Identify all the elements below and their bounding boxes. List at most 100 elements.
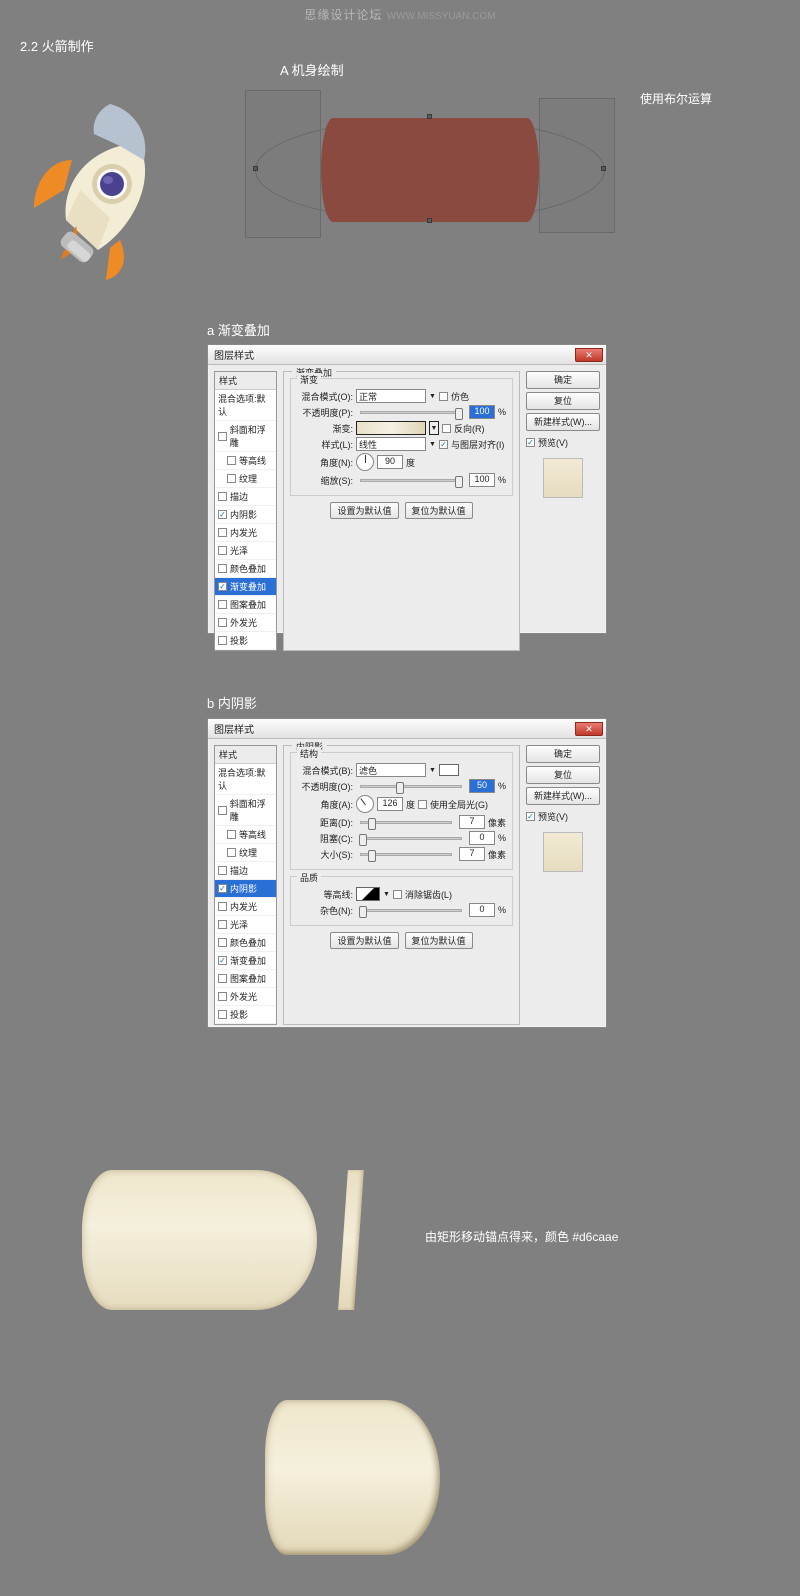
style-texture-sub[interactable]: 纹理: [215, 844, 276, 862]
checkbox-icon[interactable]: ✓: [218, 582, 227, 591]
dialog-title-text: 图层样式: [214, 347, 254, 362]
cancel-button[interactable]: 复位: [526, 766, 600, 784]
gradient-style-select[interactable]: 线性: [356, 437, 426, 451]
checkbox-icon[interactable]: [227, 848, 236, 857]
style-gradient-overlay[interactable]: ✓渐变叠加: [215, 952, 276, 970]
checkbox-icon[interactable]: [218, 564, 227, 573]
scale-slider[interactable]: [360, 479, 462, 482]
reset-default-button[interactable]: 复位为默认值: [405, 502, 473, 519]
angle-dial[interactable]: [356, 453, 374, 471]
checkbox-icon[interactable]: [218, 866, 227, 875]
close-icon[interactable]: ✕: [575, 348, 603, 362]
style-pattern-overlay[interactable]: 图案叠加: [215, 596, 276, 614]
checkbox-icon[interactable]: [218, 806, 227, 815]
checkbox-icon[interactable]: [218, 920, 227, 929]
style-inner-shadow[interactable]: ✓内阴影: [215, 506, 276, 524]
checkbox-icon[interactable]: [218, 902, 227, 911]
close-icon[interactable]: ✕: [575, 722, 603, 736]
checkbox-icon[interactable]: ✓: [218, 510, 227, 519]
style-stroke[interactable]: 描边: [215, 488, 276, 506]
style-color-overlay[interactable]: 颜色叠加: [215, 934, 276, 952]
style-color-overlay[interactable]: 颜色叠加: [215, 560, 276, 578]
contour-swatch[interactable]: [356, 887, 380, 901]
preview-checkbox[interactable]: ✓: [526, 438, 535, 447]
checkbox-icon[interactable]: [218, 618, 227, 627]
checkbox-icon[interactable]: [218, 974, 227, 983]
style-gradient-overlay[interactable]: ✓渐变叠加: [215, 578, 276, 596]
checkbox-icon[interactable]: [218, 600, 227, 609]
checkbox-icon[interactable]: [218, 546, 227, 555]
make-default-button[interactable]: 设置为默认值: [330, 932, 398, 949]
gradient-swatch[interactable]: [356, 421, 426, 435]
align-checkbox[interactable]: ✓: [439, 440, 448, 449]
new-style-button[interactable]: 新建样式(W)...: [526, 413, 600, 431]
checkbox-icon[interactable]: ✓: [218, 884, 227, 893]
style-drop-shadow[interactable]: 投影: [215, 1006, 276, 1024]
style-inner-glow[interactable]: 内发光: [215, 524, 276, 542]
style-outer-glow[interactable]: 外发光: [215, 988, 276, 1006]
checkbox-icon[interactable]: [218, 528, 227, 537]
checkbox-icon[interactable]: [227, 830, 236, 839]
style-blend-default[interactable]: 混合选项:默认: [215, 390, 276, 421]
angle-input[interactable]: 126: [377, 797, 403, 811]
checkbox-icon[interactable]: [227, 474, 236, 483]
antialias-checkbox[interactable]: [393, 890, 402, 899]
checkbox-icon[interactable]: [218, 992, 227, 1001]
ok-button[interactable]: 确定: [526, 371, 600, 389]
scale-input[interactable]: 100: [469, 473, 495, 487]
new-style-button[interactable]: 新建样式(W)...: [526, 787, 600, 805]
label-noise: 杂色(N):: [297, 904, 353, 917]
shadow-color-swatch[interactable]: [439, 764, 459, 776]
cancel-button[interactable]: 复位: [526, 392, 600, 410]
angle-dial[interactable]: [356, 795, 374, 813]
style-pattern-overlay[interactable]: 图案叠加: [215, 970, 276, 988]
style-outer-glow[interactable]: 外发光: [215, 614, 276, 632]
style-list-header: 样式: [215, 746, 276, 764]
make-default-button[interactable]: 设置为默认值: [330, 502, 398, 519]
style-satin[interactable]: 光泽: [215, 916, 276, 934]
opacity-input[interactable]: 100: [469, 405, 495, 419]
blend-mode-select[interactable]: 滤色: [356, 763, 426, 777]
opacity-input[interactable]: 50: [469, 779, 495, 793]
choke-slider[interactable]: [360, 837, 462, 840]
reverse-checkbox[interactable]: [442, 424, 451, 433]
style-bevel[interactable]: 斜面和浮雕: [215, 421, 276, 452]
choke-input[interactable]: 0: [469, 831, 495, 845]
label-angle: 角度(A):: [297, 798, 353, 811]
opacity-slider[interactable]: [360, 411, 462, 414]
style-inner-glow[interactable]: 内发光: [215, 898, 276, 916]
distance-input[interactable]: 7: [459, 815, 485, 829]
opacity-slider[interactable]: [360, 785, 462, 788]
style-blend-default[interactable]: 混合选项:默认: [215, 764, 276, 795]
reset-default-button[interactable]: 复位为默认值: [405, 932, 473, 949]
watermark-sub: WWW.MISSYUAN.COM: [387, 11, 496, 22]
blend-mode-select[interactable]: 正常: [356, 389, 426, 403]
checkbox-icon[interactable]: [227, 456, 236, 465]
checkbox-icon[interactable]: ✓: [218, 956, 227, 965]
size-slider[interactable]: [360, 853, 452, 856]
noise-input[interactable]: 0: [469, 903, 495, 917]
checkbox-icon[interactable]: [218, 1010, 227, 1019]
checkbox-icon[interactable]: [218, 938, 227, 947]
style-contour-sub[interactable]: 等高线: [215, 826, 276, 844]
global-light-checkbox[interactable]: [418, 800, 427, 809]
checkbox-icon[interactable]: [218, 492, 227, 501]
dither-checkbox[interactable]: [439, 392, 448, 401]
angle-input[interactable]: 90: [377, 455, 403, 469]
style-stroke[interactable]: 描边: [215, 862, 276, 880]
style-texture-sub[interactable]: 纹理: [215, 470, 276, 488]
style-satin[interactable]: 光泽: [215, 542, 276, 560]
style-bevel[interactable]: 斜面和浮雕: [215, 795, 276, 826]
ok-button[interactable]: 确定: [526, 745, 600, 763]
noise-slider[interactable]: [360, 909, 462, 912]
style-contour-sub[interactable]: 等高线: [215, 452, 276, 470]
preview-checkbox[interactable]: ✓: [526, 812, 535, 821]
style-inner-shadow[interactable]: ✓内阴影: [215, 880, 276, 898]
distance-slider[interactable]: [360, 821, 452, 824]
checkbox-icon[interactable]: [218, 432, 227, 441]
size-input[interactable]: 7: [459, 847, 485, 861]
checkbox-icon[interactable]: [218, 636, 227, 645]
dialog-titlebar: 图层样式 ✕: [208, 345, 606, 365]
style-drop-shadow[interactable]: 投影: [215, 632, 276, 650]
gradient-dropdown-icon[interactable]: ▼: [429, 421, 439, 435]
